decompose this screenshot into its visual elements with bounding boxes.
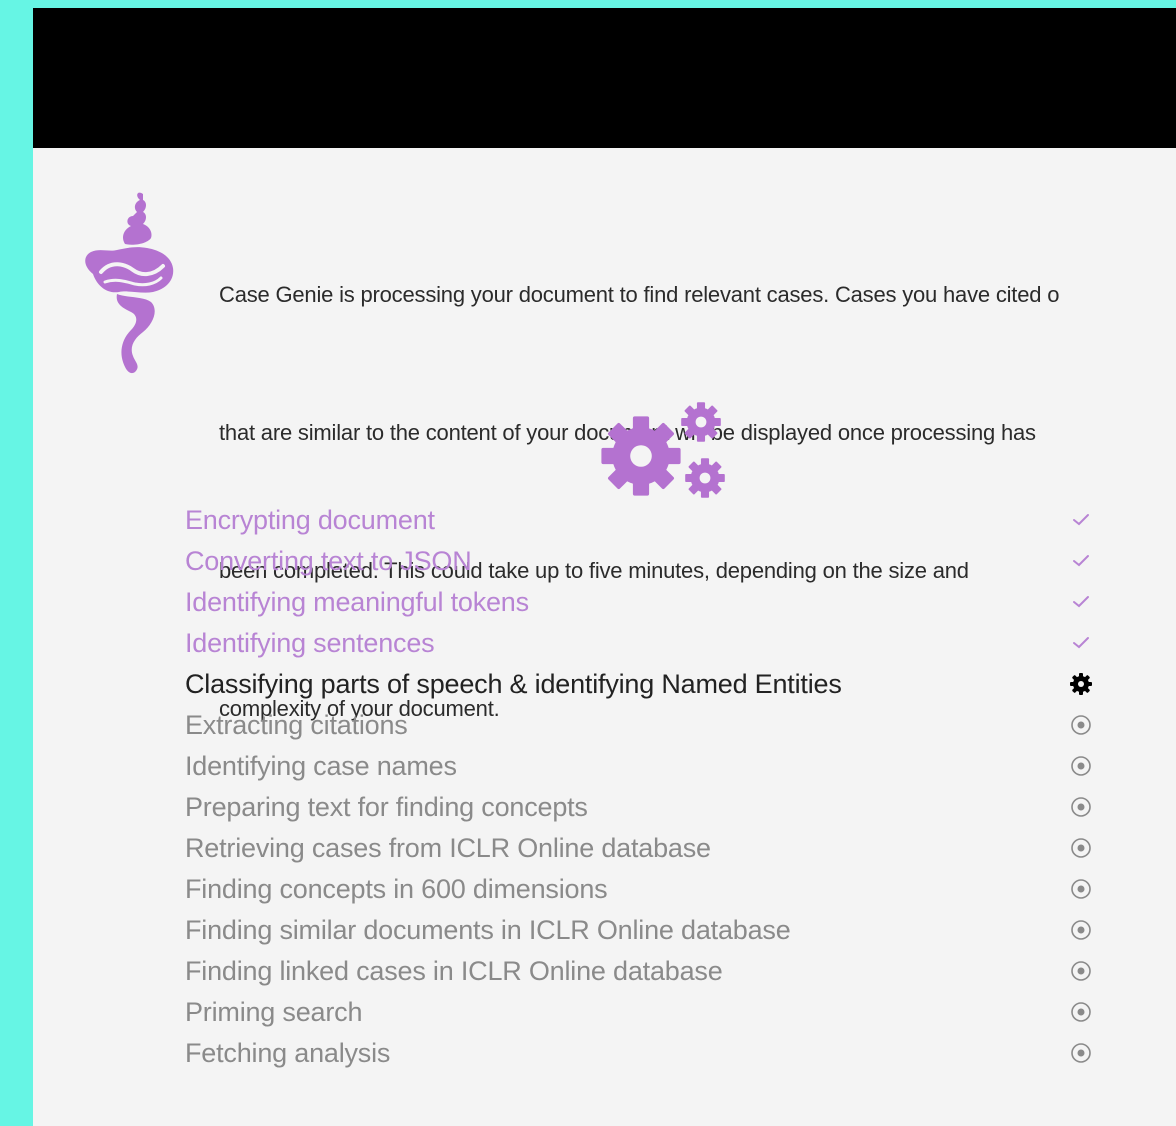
step-item: Priming search [185,992,1105,1033]
step-item: Converting text to JSON [185,541,1105,582]
intro-line: Case Genie is processing your document t… [219,282,1060,307]
step-item: Encrypting document [185,500,1105,541]
pending-radio-icon [1071,879,1091,899]
gear-icon [1070,673,1092,695]
step-label: Extracting citations [185,710,408,740]
step-item: Finding similar documents in ICLR Online… [185,910,1105,951]
step-label: Converting text to JSON [185,546,472,576]
step-item: Fetching analysis [185,1033,1105,1074]
step-label: Finding linked cases in ICLR Online data… [185,956,723,986]
step-label: Priming search [185,997,363,1027]
step-item: Preparing text for finding concepts [185,787,1105,828]
step-item: Extracting citations [185,705,1105,746]
step-label: Identifying meaningful tokens [185,587,529,617]
checkmark-icon [1073,555,1089,567]
gears-icon [601,402,725,498]
step-label: Fetching analysis [185,1038,391,1068]
step-label: Retrieving cases from ICLR Online databa… [185,833,711,863]
step-label: Encrypting document [185,505,435,535]
step-item: Finding concepts in 600 dimensions [185,869,1105,910]
processing-panel: Case Genie is processing your document t… [33,8,1176,1126]
step-label: Finding concepts in 600 dimensions [185,874,608,904]
pending-radio-icon [1071,961,1091,981]
step-label: Identifying case names [185,751,457,781]
pending-radio-icon [1071,1043,1091,1063]
step-item: Identifying meaningful tokens [185,582,1105,623]
processing-steps-list: Encrypting document Converting text to JS… [185,500,1105,1074]
pending-radio-icon [1071,1002,1091,1022]
step-item: Retrieving cases from ICLR Online databa… [185,828,1105,869]
step-label: Classifying parts of speech & identifyin… [185,669,842,699]
pending-radio-icon [1071,797,1091,817]
step-item: Classifying parts of speech & identifyin… [185,664,1105,705]
checkmark-icon [1073,596,1089,608]
checkmark-icon [1073,514,1089,526]
step-label: Identifying sentences [185,628,435,658]
header-bar [33,8,1176,148]
step-item: Identifying case names [185,746,1105,787]
pending-radio-icon [1071,838,1091,858]
pending-radio-icon [1071,715,1091,735]
step-item: Identifying sentences [185,623,1105,664]
step-item: Finding linked cases in ICLR Online data… [185,951,1105,992]
step-label: Finding similar documents in ICLR Online… [185,915,791,945]
checkmark-icon [1073,637,1089,649]
pending-radio-icon [1071,920,1091,940]
step-label: Preparing text for finding concepts [185,792,588,822]
pending-radio-icon [1071,756,1091,776]
genie-icon [85,192,174,374]
